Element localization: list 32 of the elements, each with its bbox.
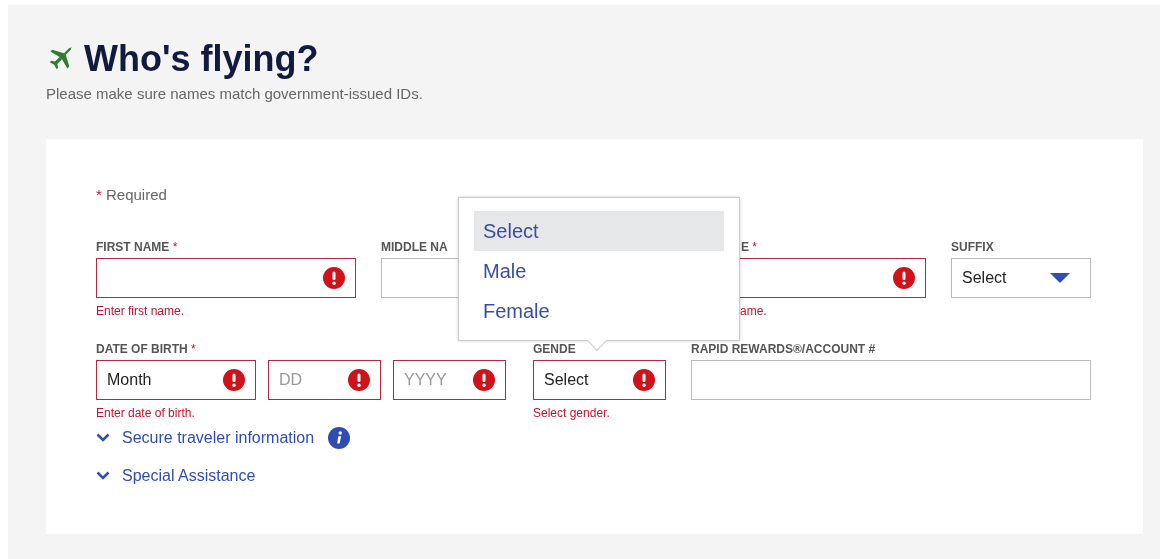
field-label: GENDE: [533, 341, 576, 358]
error-icon: [323, 266, 345, 289]
page-subtitle: Please make sure names match government-issued IDs.: [46, 84, 424, 104]
field-label: FIRST NAME *: [96, 239, 178, 256]
select-field[interactable]: Month: [96, 359, 256, 400]
error-icon: [633, 368, 655, 391]
dropdown-option[interactable]: Select: [474, 210, 724, 251]
input-field[interactable]: [691, 359, 1091, 400]
error-message: Select gender.: [533, 404, 610, 422]
error-message: ame.: [740, 302, 767, 320]
field-label: E *: [741, 239, 758, 256]
select-field[interactable]: Select: [533, 359, 666, 400]
page-title: Who's flying?: [84, 37, 319, 81]
info-icon[interactable]: [328, 426, 351, 449]
chevron-down-icon: [96, 433, 110, 442]
field-label: DATE OF BIRTH *: [96, 341, 196, 358]
field-label: RAPID REWARDS®/ACCOUNT #: [691, 341, 876, 358]
chevron-down-icon: [96, 471, 110, 480]
required-note: * Required: [96, 185, 168, 204]
error-icon: [348, 368, 370, 391]
field-label: SUFFIX: [951, 239, 994, 256]
expand-link[interactable]: Special Assistance: [96, 463, 256, 488]
error-icon: [893, 266, 915, 289]
caret-down-icon: [1050, 272, 1070, 283]
error-icon: [473, 368, 495, 391]
expand-link[interactable]: Secure traveler information: [96, 425, 315, 450]
error-icon: [223, 368, 245, 391]
input-field[interactable]: [96, 257, 356, 298]
error-message: Enter first name.: [96, 302, 185, 320]
error-message: Enter date of birth.: [96, 404, 195, 422]
field-label: MIDDLE NA: [381, 239, 448, 256]
select-field[interactable]: Select: [951, 257, 1091, 298]
